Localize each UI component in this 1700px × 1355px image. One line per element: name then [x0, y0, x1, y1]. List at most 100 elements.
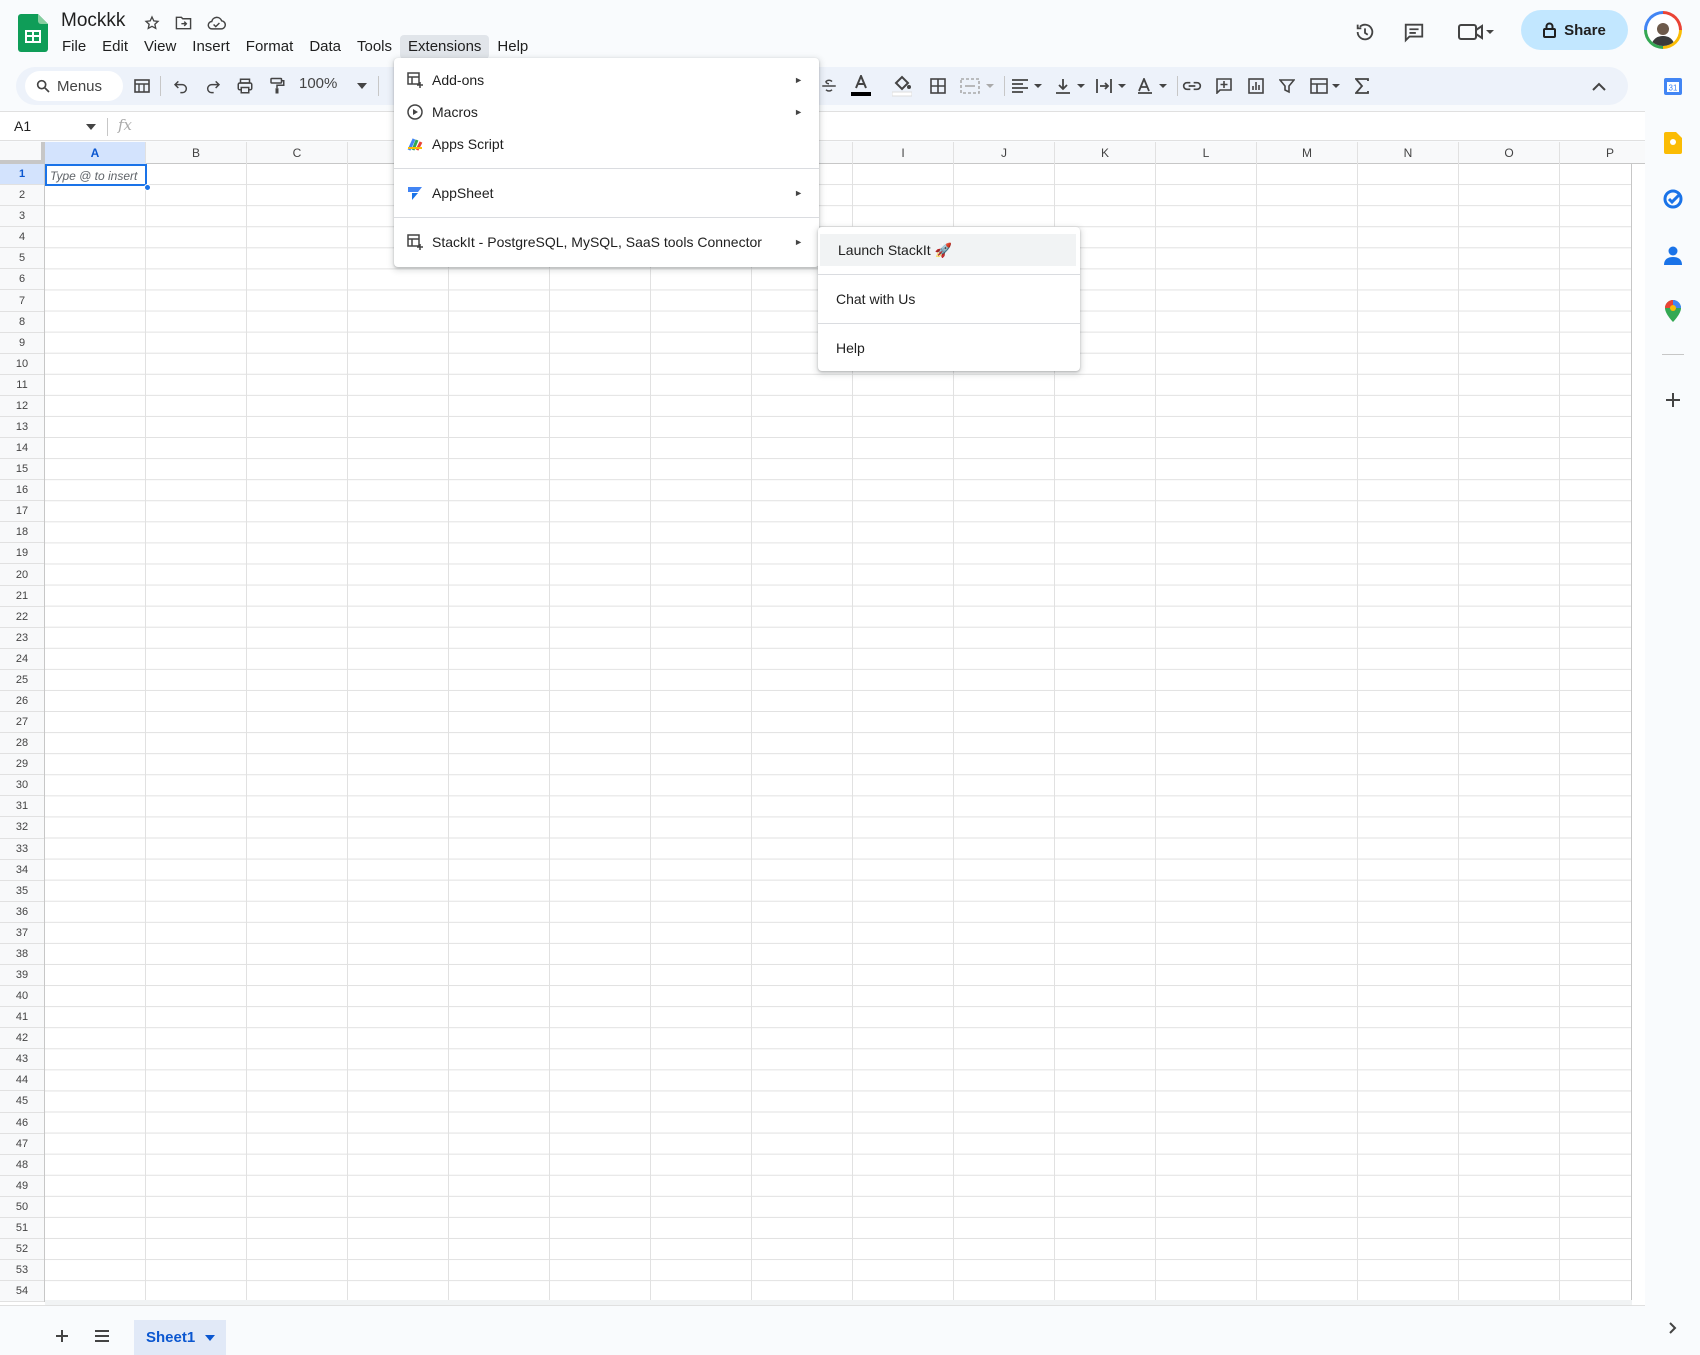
- select-all-corner[interactable]: [0, 142, 45, 164]
- print-icon[interactable]: [232, 72, 258, 100]
- comments-icon[interactable]: [1396, 14, 1432, 50]
- row-header-16[interactable]: 16: [0, 480, 44, 502]
- cloud-status-icon[interactable]: [205, 12, 227, 34]
- calendar-icon[interactable]: 31: [1661, 74, 1685, 98]
- row-header-50[interactable]: 50: [0, 1197, 44, 1218]
- undo-icon[interactable]: [168, 72, 194, 100]
- row-header-34[interactable]: 34: [0, 860, 44, 881]
- menu-item-stackit[interactable]: StackIt - PostgreSQL, MySQL, SaaS tools …: [394, 226, 819, 258]
- move-to-folder-icon[interactable]: [172, 12, 194, 34]
- row-header-14[interactable]: 14: [0, 438, 44, 460]
- row-header-48[interactable]: 48: [0, 1155, 44, 1176]
- row-header-37[interactable]: 37: [0, 923, 44, 944]
- sheet-tab-sheet1[interactable]: Sheet1: [134, 1320, 226, 1355]
- star-icon[interactable]: [141, 12, 163, 34]
- menu-help[interactable]: Help: [489, 35, 536, 59]
- row-header-45[interactable]: 45: [0, 1091, 44, 1113]
- row-header-3[interactable]: 3: [0, 206, 44, 228]
- row-header-47[interactable]: 47: [0, 1134, 44, 1155]
- text-color-icon[interactable]: [848, 72, 874, 100]
- row-header-36[interactable]: 36: [0, 902, 44, 923]
- row-header-21[interactable]: 21: [0, 586, 44, 607]
- keep-icon[interactable]: [1661, 131, 1685, 155]
- search-menus-button[interactable]: Menus: [25, 71, 123, 101]
- menu-tools[interactable]: Tools: [349, 35, 400, 59]
- row-header-42[interactable]: 42: [0, 1028, 44, 1050]
- menu-item-chat-with-us[interactable]: Chat with Us: [818, 283, 1080, 315]
- borders-icon[interactable]: [925, 72, 951, 100]
- text-rotation-icon[interactable]: [1135, 72, 1171, 100]
- row-header-19[interactable]: 19: [0, 543, 44, 565]
- zoom-select[interactable]: 100%: [299, 75, 337, 92]
- column-header-i[interactable]: I: [853, 142, 954, 164]
- row-header-22[interactable]: 22: [0, 607, 44, 628]
- row-header-24[interactable]: 24: [0, 649, 44, 670]
- insert-link-icon[interactable]: [1179, 72, 1205, 100]
- row-header-2[interactable]: 2: [0, 185, 44, 207]
- filter-views-icon[interactable]: [1308, 72, 1344, 100]
- row-header-10[interactable]: 10: [0, 354, 44, 375]
- collapse-toolbar-icon[interactable]: [1586, 72, 1612, 100]
- row-header-46[interactable]: 46: [0, 1113, 44, 1134]
- filter-icon[interactable]: [1274, 72, 1300, 100]
- tasks-icon[interactable]: [1661, 187, 1685, 211]
- chevron-down-icon[interactable]: [205, 1334, 216, 1341]
- column-header-m[interactable]: M: [1257, 142, 1358, 164]
- merge-cells-icon[interactable]: [958, 72, 998, 100]
- menu-format[interactable]: Format: [238, 35, 302, 59]
- column-header-o[interactable]: O: [1459, 142, 1560, 164]
- column-header-p[interactable]: P: [1560, 142, 1645, 164]
- row-header-26[interactable]: 26: [0, 691, 44, 713]
- row-header-49[interactable]: 49: [0, 1176, 44, 1197]
- row-header-1[interactable]: 1: [0, 164, 44, 186]
- text-wrapping-icon[interactable]: [1094, 72, 1130, 100]
- column-header-a[interactable]: A: [45, 142, 146, 164]
- column-header-k[interactable]: K: [1055, 142, 1156, 164]
- row-header-32[interactable]: 32: [0, 817, 44, 839]
- insert-chart-icon[interactable]: [1243, 72, 1269, 100]
- selected-cell-a1[interactable]: Type @ to insert: [45, 164, 147, 186]
- row-header-28[interactable]: 28: [0, 733, 44, 755]
- column-header-b[interactable]: B: [146, 142, 247, 164]
- calendar-grid-icon[interactable]: [129, 72, 155, 100]
- row-header-44[interactable]: 44: [0, 1070, 44, 1092]
- row-header-5[interactable]: 5: [0, 248, 44, 270]
- all-sheets-icon[interactable]: [92, 1326, 112, 1346]
- row-header-43[interactable]: 43: [0, 1049, 44, 1071]
- document-title[interactable]: Mockkk: [61, 10, 125, 32]
- column-header-c[interactable]: C: [247, 142, 348, 164]
- row-header-40[interactable]: 40: [0, 986, 44, 1008]
- row-header-8[interactable]: 8: [0, 312, 44, 333]
- menu-data[interactable]: Data: [301, 35, 349, 59]
- share-button[interactable]: Share: [1521, 10, 1628, 50]
- row-header-27[interactable]: 27: [0, 712, 44, 734]
- vertical-align-icon[interactable]: [1053, 72, 1089, 100]
- row-header-29[interactable]: 29: [0, 754, 44, 776]
- paint-format-icon[interactable]: [264, 72, 290, 100]
- menu-item-add-ons[interactable]: Add-ons ►: [394, 64, 819, 96]
- row-header-20[interactable]: 20: [0, 564, 44, 586]
- row-header-35[interactable]: 35: [0, 881, 44, 902]
- account-avatar[interactable]: [1644, 11, 1682, 49]
- menu-file[interactable]: File: [54, 35, 94, 59]
- row-header-17[interactable]: 17: [0, 501, 44, 523]
- name-box[interactable]: A1: [14, 118, 31, 134]
- add-sheet-icon[interactable]: [52, 1326, 72, 1346]
- row-header-31[interactable]: 31: [0, 796, 44, 818]
- row-header-38[interactable]: 38: [0, 944, 44, 965]
- insert-comment-icon[interactable]: [1211, 72, 1237, 100]
- functions-icon[interactable]: [1349, 72, 1375, 100]
- menu-view[interactable]: View: [136, 35, 184, 59]
- menu-item-help[interactable]: Help: [818, 332, 1080, 364]
- add-addon-icon[interactable]: [1661, 388, 1685, 412]
- row-header-7[interactable]: 7: [0, 290, 44, 312]
- row-header-9[interactable]: 9: [0, 333, 44, 354]
- menu-insert[interactable]: Insert: [184, 35, 238, 59]
- row-header-54[interactable]: 54: [0, 1281, 44, 1303]
- horizontal-align-icon[interactable]: [1010, 72, 1046, 100]
- row-header-4[interactable]: 4: [0, 227, 44, 249]
- row-header-15[interactable]: 15: [0, 459, 44, 481]
- redo-icon[interactable]: [200, 72, 226, 100]
- row-header-41[interactable]: 41: [0, 1007, 44, 1029]
- chevron-down-icon[interactable]: [349, 72, 375, 100]
